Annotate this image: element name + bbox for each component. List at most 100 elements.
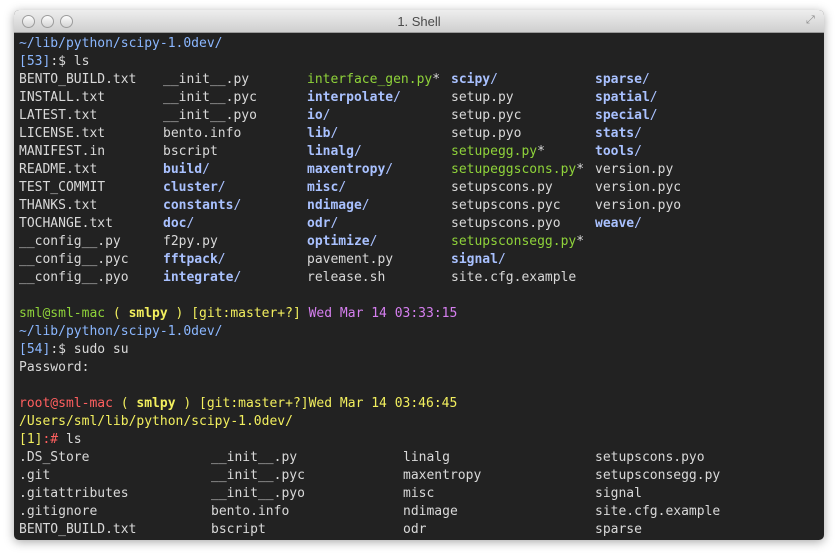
executable-entry: setupeggscons.py*	[451, 162, 585, 177]
cwd-path: /Users/sml/lib/python/scipy-1.0dev/	[19, 414, 293, 429]
directory-entry: misc/	[307, 180, 347, 195]
separator	[301, 306, 309, 321]
directory-entry: constants/	[163, 198, 242, 213]
status-line: root@sml-mac ( smlpy ) [git:master+?]Wed…	[19, 395, 824, 413]
terminal-window: 1. Shell ⤢ ~/lib/python/scipy-1.0dev/ [5…	[14, 10, 824, 540]
file-entry: bento.info	[163, 126, 242, 141]
file-entry: setupscons.pyc	[451, 198, 561, 213]
file-entry: odr	[403, 522, 427, 537]
directory-entry: linalg/	[307, 144, 362, 159]
file-entry: version.pyc	[595, 180, 682, 195]
file-entry: setupsconsegg.py	[595, 468, 721, 483]
root-prompt-symbol: :#	[42, 432, 66, 447]
env-open: (	[105, 306, 129, 321]
executable-entry: setupsconsegg.py*	[451, 234, 585, 249]
ls-output: .DS_Store __init__.py linalg setupscons.pyo…	[19, 449, 824, 539]
file-entry: setup.py	[451, 90, 514, 105]
file-entry: __init__.pyc	[211, 468, 305, 483]
file-entry: pavement.py	[307, 252, 394, 267]
env-close: )	[175, 396, 200, 411]
file-entry: __init__.pyo	[211, 486, 305, 501]
file-entry: bento.info	[211, 504, 290, 519]
cwd-path: ~/lib/python/scipy-1.0dev/	[19, 324, 223, 339]
ls-output: BENTO_BUILD.txt __init__.py interface_gen.…	[19, 71, 824, 287]
directory-entry: sparse/	[595, 72, 650, 87]
file-entry: .gitignore	[19, 504, 98, 519]
timestamp: Wed Mar 14 03:46:45	[308, 396, 458, 411]
file-entry: ndimage	[403, 504, 458, 519]
file-entry: setupscons.pyo	[595, 450, 705, 465]
file-entry: version.py	[595, 162, 674, 177]
file-entry: misc	[403, 486, 435, 501]
file-entry: version.pyo	[595, 198, 682, 213]
ls-row: .gitattributes __init__.pyo misc signal	[19, 485, 824, 503]
ls-row: __config__.py f2py.py optimize/setupsconse…	[19, 233, 824, 251]
ls-row: __config__.pyc fftpack/pavement.py signal/	[19, 251, 824, 269]
file-entry: .gitattributes	[19, 486, 129, 501]
file-entry: __init__.pyc	[163, 90, 257, 105]
directory-entry: scipy/	[451, 72, 498, 87]
directory-entry: ndimage/	[307, 198, 370, 213]
fullscreen-icon[interactable]: ⤢	[806, 14, 818, 26]
prompt-symbol: :$	[50, 342, 74, 357]
directory-entry: signal/	[451, 252, 506, 267]
prompt-number: [54]	[19, 342, 51, 357]
virtualenv-name: smlpy	[128, 306, 168, 321]
root-user-host: root@sml-mac	[19, 396, 113, 411]
file-entry: BENTO_BUILD.txt	[19, 72, 137, 87]
file-entry: maxentropy	[403, 468, 482, 483]
executable-entry: interface_gen.py*	[307, 72, 441, 87]
file-entry: bscript	[163, 144, 218, 159]
directory-entry: doc/	[163, 216, 195, 231]
file-entry: site.cfg.example	[451, 270, 577, 285]
command-text: sudo su	[73, 342, 129, 357]
prompt-line: [53]:$ ls	[19, 53, 824, 71]
file-entry: .DS_Store	[19, 450, 90, 465]
file-entry: TOCHANGE.txt	[19, 216, 113, 231]
directory-entry: io/	[307, 108, 331, 123]
file-entry: setupscons.py	[451, 180, 553, 195]
ls-row: MANIFEST.in bscript linalg/setupegg.py* too…	[19, 143, 824, 161]
directory-entry: interpolate/	[307, 90, 401, 105]
title-bar[interactable]: 1. Shell ⤢	[14, 10, 824, 33]
file-entry: __config__.pyc	[19, 252, 129, 267]
directory-entry: weave/	[595, 216, 642, 231]
ls-row: .git __init__.pyc maxentropy setupsconsegg.…	[19, 467, 824, 485]
ls-row: THANKS.txt constants/ndimage/setupscons.p…	[19, 197, 824, 215]
file-entry: linalg	[403, 450, 450, 465]
file-entry: __init__.py	[163, 72, 250, 87]
password-label: Password:	[19, 360, 90, 375]
directory-entry: lib/	[307, 126, 339, 141]
file-entry: __init__.py	[211, 450, 298, 465]
cwd-line: ~/lib/python/scipy-1.0dev/	[19, 323, 824, 341]
ls-row: BENTO_BUILD.txt __init__.py interface_gen.…	[19, 71, 824, 89]
file-entry: site.cfg.example	[595, 504, 721, 519]
directory-entry: tools/	[595, 144, 642, 159]
file-entry: sparse	[595, 522, 642, 537]
command-text: ls	[73, 54, 90, 69]
directory-entry: special/	[595, 108, 658, 123]
file-entry: setup.pyc	[451, 108, 522, 123]
directory-entry: optimize/	[307, 234, 378, 249]
env-open: (	[112, 396, 137, 411]
user-host: sml@sml-mac	[19, 306, 106, 321]
prompt-line: [54]:$ sudo su	[19, 341, 824, 359]
git-status: [git:master+?]	[199, 396, 309, 411]
ls-row: .gitignore bento.info ndimage site.cfg.exam…	[19, 503, 824, 521]
file-entry: TEST_COMMIT	[19, 180, 106, 195]
cwd-path: ~/lib/python/scipy-1.0dev/	[19, 36, 223, 51]
prompt-symbol: :$	[50, 54, 74, 69]
ls-row: BENTO_BUILD.txt bscript odr sparse	[19, 521, 824, 539]
command-text: ls	[65, 432, 82, 447]
env-close: )	[167, 306, 192, 321]
virtualenv-name: smlpy	[136, 396, 176, 411]
ls-row: README.txt build/maxentropy/setupeggscons…	[19, 161, 824, 179]
password-prompt: Password:	[19, 359, 824, 377]
ls-row: INSTALL.txt __init__.pyc interpolate/setup…	[19, 89, 824, 107]
ls-row: TOCHANGE.txt doc/odr/setupscons.pyo weave/	[19, 215, 824, 233]
file-entry: setupscons.pyo	[451, 216, 561, 231]
terminal-output[interactable]: ~/lib/python/scipy-1.0dev/ [53]:$ ls BEN…	[19, 35, 824, 540]
ls-row: LATEST.txt __init__.pyo io/setup.pyc specia…	[19, 107, 824, 125]
status-line: sml@sml-mac ( smlpy ) [git:master+?] Wed…	[19, 305, 824, 323]
